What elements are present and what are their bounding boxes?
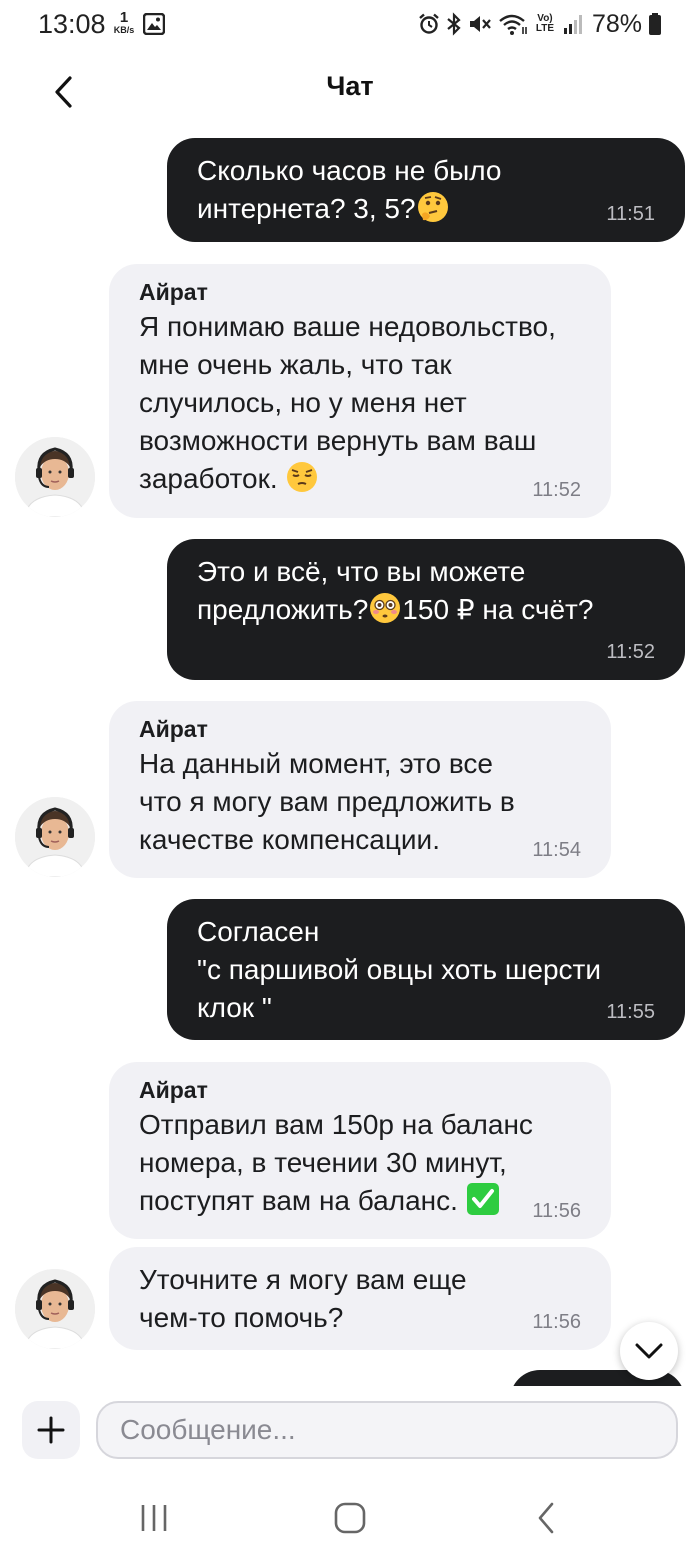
message-text: На данный момент, это все что я могу вам… — [139, 748, 515, 855]
message-time: 11:56 — [532, 1311, 581, 1333]
message-text: Сколько часов не было интернета? 3, 5? — [197, 152, 655, 234]
chevron-down-icon — [635, 1343, 663, 1359]
message-incoming[interactable]: Айрат На данный момент, это все что я мо… — [109, 701, 611, 878]
message-incoming[interactable]: Айрат Отправил вам 150р на баланс номера… — [109, 1062, 611, 1239]
message-text: Отправил вам 150р на баланс номера, в те… — [139, 1106, 581, 1226]
message-text: Согласен "с паршивой овцы хоть шерсти кл… — [197, 916, 601, 1023]
network-speed-unit: KB/s — [113, 25, 135, 35]
message-text: Уточните я могу вам еще чем-то помочь? — [139, 1264, 467, 1333]
message-time: 11:51 — [606, 203, 655, 225]
avatar[interactable] — [15, 1269, 95, 1349]
volte-icon: Vo) LTE — [535, 13, 555, 34]
status-icons: Vo) LTE 78% — [418, 9, 662, 39]
message-text: Я понимаю ваше недовольство, мне очень ж… — [139, 308, 581, 504]
home-icon — [334, 1502, 366, 1534]
sender-name: Айрат — [139, 279, 208, 305]
recent-apps-button[interactable] — [129, 1496, 179, 1540]
mute-icon — [468, 13, 492, 35]
sender-name: Айрат — [139, 1077, 208, 1103]
avatar[interactable] — [15, 797, 95, 877]
message-time: 11:55 — [606, 1001, 655, 1023]
system-navigation-bar — [0, 1476, 700, 1561]
message-incoming[interactable]: Уточните я могу вам еще чем-то помочь? 1… — [109, 1247, 611, 1350]
message-input[interactable] — [96, 1401, 678, 1459]
message-outgoing[interactable]: Это и всё, что вы можете предложить? 150 … — [167, 539, 685, 680]
battery-icon — [648, 12, 662, 36]
bluetooth-icon — [446, 12, 462, 36]
home-button[interactable] — [325, 1496, 375, 1540]
network-speed: 1 KB/s — [110, 10, 138, 35]
message-time: 11:54 — [532, 839, 581, 861]
check-mark-button-icon — [466, 1182, 500, 1226]
message-time: 11:52 — [606, 641, 655, 663]
composer-bar — [0, 1386, 700, 1476]
wifi-icon — [498, 12, 528, 36]
attach-button[interactable] — [22, 1401, 80, 1459]
signal-icon — [562, 13, 584, 35]
battery-percent: 78% — [591, 9, 642, 38]
scroll-to-bottom-button[interactable] — [620, 1322, 678, 1380]
operator-avatar-icon — [15, 1269, 95, 1349]
page-title: Чат — [326, 71, 374, 101]
plus-icon — [37, 1416, 65, 1444]
recent-apps-icon — [141, 1505, 167, 1531]
flushed-face-icon — [368, 591, 402, 635]
status-bar: 13:08 1 KB/s Vo) LTE 78% — [0, 0, 700, 50]
sender-name: Айрат — [139, 716, 208, 742]
message-outgoing[interactable]: Согласен "с паршивой овцы хоть шерсти кл… — [167, 899, 685, 1040]
message-time: 11:56 — [532, 1200, 581, 1222]
message-text: Это и всё, что вы можете предложить? 150 … — [197, 553, 655, 635]
operator-avatar-icon — [15, 797, 95, 877]
gallery-notification-icon — [142, 12, 166, 40]
thinking-face-icon — [416, 190, 450, 234]
avatar[interactable] — [15, 437, 95, 517]
alarm-icon — [418, 13, 440, 35]
chat-header: Чат — [0, 55, 700, 125]
operator-avatar-icon — [15, 437, 95, 517]
message-incoming[interactable]: Айрат Я понимаю ваше недовольство, мне о… — [109, 264, 611, 518]
network-speed-value: 1 — [119, 9, 129, 26]
status-time: 13:08 — [38, 9, 106, 39]
back-arrow-icon — [538, 1502, 554, 1534]
message-time: 11:52 — [532, 479, 581, 501]
system-back-button[interactable] — [521, 1496, 571, 1540]
message-outgoing[interactable]: Сколько часов не было интернета? 3, 5? 1… — [167, 138, 685, 242]
pensive-face-icon — [285, 460, 319, 504]
